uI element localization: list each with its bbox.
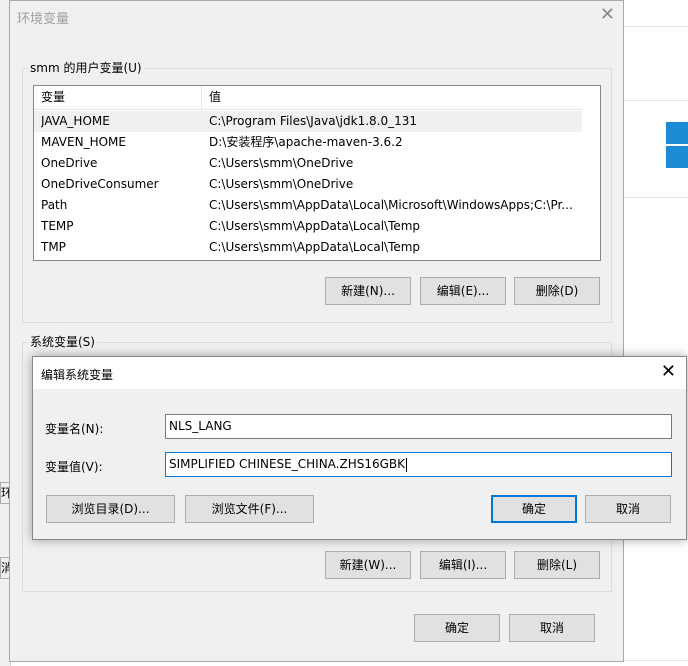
dialog-title: 编辑系统变量 — [41, 368, 114, 382]
browse-directory-button[interactable]: 浏览目录(D)... — [46, 495, 175, 523]
variable-name: JAVA_HOME — [41, 114, 110, 128]
list-item[interactable]: OneDriveConsumer C:\Users\smm\OneDrive — [34, 174, 582, 195]
browse-file-button[interactable]: 浏览文件(F)... — [185, 495, 314, 523]
close-icon[interactable]: ✕ — [600, 6, 615, 24]
variable-value: C:\Program Files\Java\jdk1.8.0_131 — [209, 114, 418, 128]
variable-value-field[interactable]: SIMPLIFIED CHINESE_CHINA.ZHS16GBK — [165, 452, 672, 477]
ok-button[interactable]: 确定 — [414, 614, 500, 642]
background-divider — [624, 26, 688, 27]
user-variables-list[interactable]: 变量 值 JAVA_HOME C:\Program Files\Java\jdk… — [33, 85, 601, 261]
variable-name-field[interactable]: NLS_LANG — [165, 414, 672, 439]
windows-logo-icon — [666, 122, 688, 168]
text-caret — [406, 457, 408, 472]
system-edit-button[interactable]: 编辑(I)... — [420, 551, 506, 579]
environment-variables-dialog: 环境变量 ✕ smm 的用户变量(U) 变量 值 JAVA_HOME C:\Pr… — [9, 0, 624, 662]
variable-value: C:\Users\smm\AppData\Local\Temp — [209, 240, 421, 254]
dialog-titlebar: 编辑系统变量 ✕ — [33, 357, 686, 389]
variable-name: OneDrive — [41, 156, 98, 170]
variable-name: Path — [41, 198, 68, 212]
user-delete-button[interactable]: 删除(D) — [514, 277, 600, 305]
column-header-value[interactable]: 值 — [202, 86, 582, 109]
list-item[interactable]: MAVEN_HOME D:\安装程序\apache-maven-3.6.2 — [34, 132, 582, 153]
variable-value-text: SIMPLIFIED CHINESE_CHINA.ZHS16GBK — [169, 457, 406, 471]
variable-value: C:\Users\smm\AppData\Local\Temp — [209, 219, 421, 233]
user-edit-button[interactable]: 编辑(E)... — [420, 277, 506, 305]
variable-value: C:\Users\smm\OneDrive — [209, 156, 354, 170]
edit-system-variable-dialog: 编辑系统变量 ✕ 变量名(N): NLS_LANG 变量值(V): SIMPLI… — [32, 356, 687, 540]
list-item[interactable]: JAVA_HOME C:\Program Files\Java\jdk1.8.0… — [34, 111, 582, 132]
cancel-button[interactable]: 取消 — [509, 614, 595, 642]
cancel-button[interactable]: 取消 — [585, 495, 671, 523]
list-item[interactable]: TEMP C:\Users\smm\AppData\Local\Temp — [34, 216, 582, 237]
background-divider — [624, 197, 688, 198]
variable-name-text: NLS_LANG — [169, 419, 232, 433]
list-item[interactable]: TMP C:\Users\smm\AppData\Local\Temp — [34, 237, 582, 258]
variable-name: OneDriveConsumer — [41, 177, 159, 191]
variable-value: D:\安装程序\apache-maven-3.6.2 — [209, 135, 403, 149]
close-icon[interactable]: ✕ — [661, 363, 676, 381]
ok-button[interactable]: 确定 — [491, 495, 577, 523]
system-variables-label: 系统变量(S) — [28, 333, 97, 350]
dialog-title: 环境变量 — [17, 12, 70, 27]
list-header: 变量 值 — [34, 86, 582, 110]
column-header-variable[interactable]: 变量 — [34, 86, 202, 109]
variable-name-label: 变量名(N): — [45, 422, 104, 436]
user-variables-label: smm 的用户变量(U) — [28, 59, 144, 76]
system-new-button[interactable]: 新建(W)... — [325, 551, 411, 579]
background-divider — [624, 100, 688, 101]
variable-value-label: 变量值(V): — [45, 460, 103, 474]
system-delete-button[interactable]: 删除(L) — [514, 551, 600, 579]
list-item[interactable]: Path C:\Users\smm\AppData\Local\Microsof… — [34, 195, 582, 216]
list-item[interactable]: OneDrive C:\Users\smm\OneDrive — [34, 153, 582, 174]
variable-name: TEMP — [41, 219, 74, 233]
variable-name: MAVEN_HOME — [41, 135, 126, 149]
variable-value: C:\Users\smm\AppData\Local\Microsoft\Win… — [209, 198, 573, 212]
background-divider — [624, 660, 688, 661]
variable-value: C:\Users\smm\OneDrive — [209, 177, 354, 191]
user-new-button[interactable]: 新建(N)... — [325, 277, 411, 305]
variable-name: TMP — [41, 240, 66, 254]
